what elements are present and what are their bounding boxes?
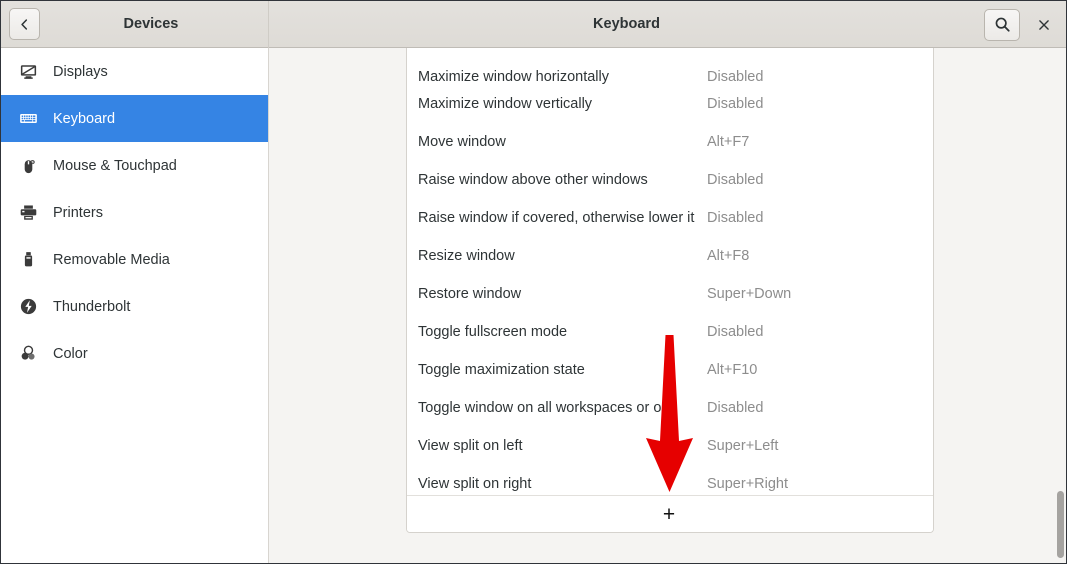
table-row[interactable]: Raise window if covered, otherwise lower… xyxy=(407,199,933,237)
shortcut-name: Maximize window vertically xyxy=(418,96,593,112)
header-bar: Devices Keyboard xyxy=(1,1,1066,48)
shortcut-name: Raise window above other windows xyxy=(418,172,648,188)
shortcut-name: Toggle fullscreen mode xyxy=(418,324,568,340)
shortcuts-list[interactable]: Maximize window horizontally Disabled Ma… xyxy=(406,48,934,533)
shortcut-value: Super+Right xyxy=(707,476,789,492)
shortcut-name: Raise window if covered, otherwise lower… xyxy=(418,210,695,226)
sidebar-item-printers[interactable]: Printers xyxy=(1,189,268,236)
sidebar-item-mouse-touchpad[interactable]: Mouse & Touchpad xyxy=(1,142,268,189)
sidebar-item-thunderbolt[interactable]: Thunderbolt xyxy=(1,283,268,330)
color-icon xyxy=(17,343,39,365)
chevron-left-icon xyxy=(21,18,28,30)
content-area: Maximize window horizontally Disabled Ma… xyxy=(270,48,1066,563)
sidebar-item-label: Mouse & Touchpad xyxy=(53,157,177,174)
mouse-icon xyxy=(17,155,39,177)
shortcut-value: Disabled xyxy=(707,210,764,226)
table-row[interactable]: Restore window Super+Down xyxy=(407,275,933,313)
sidebar-item-displays[interactable]: Displays xyxy=(1,48,268,95)
shortcut-name: Move window xyxy=(418,134,506,150)
table-row[interactable]: Toggle fullscreen mode Disabled xyxy=(407,313,933,351)
display-icon xyxy=(17,61,39,83)
table-row[interactable]: Resize window Alt+F8 xyxy=(407,237,933,275)
page-title: Keyboard xyxy=(593,16,660,32)
shortcut-value: Alt+F8 xyxy=(707,248,750,264)
shortcut-value: Disabled xyxy=(707,69,764,85)
shortcut-value: Disabled xyxy=(707,96,764,112)
shortcut-value: Disabled xyxy=(707,400,764,416)
shortcut-value: Disabled xyxy=(707,324,764,340)
table-row[interactable]: Toggle window on all workspaces or one D… xyxy=(407,389,933,427)
scrollbar-thumb[interactable] xyxy=(1057,491,1064,558)
table-row[interactable]: Maximize window vertically Disabled xyxy=(407,85,933,123)
shortcut-value: Super+Left xyxy=(707,438,779,454)
shortcut-value: Super+Down xyxy=(707,286,792,302)
search-button[interactable] xyxy=(984,8,1020,41)
sidebar-item-label: Thunderbolt xyxy=(53,298,131,315)
sidebar-item-label: Keyboard xyxy=(53,110,116,127)
table-row[interactable]: View split on left Super+Left xyxy=(407,427,933,465)
shortcut-name: Resize window xyxy=(418,248,515,264)
shortcut-value: Alt+F7 xyxy=(707,134,750,150)
usb-drive-icon xyxy=(17,249,39,271)
settings-window: Devices Keyboard Displays Keyboard Mouse… xyxy=(0,0,1067,564)
sidebar-item-label: Printers xyxy=(53,204,103,221)
sidebar-item-label: Color xyxy=(53,345,88,362)
table-row[interactable]: Move window Alt+F7 xyxy=(407,123,933,161)
sidebar-item-label: Displays xyxy=(53,63,108,80)
sidebar-item-keyboard[interactable]: Keyboard xyxy=(1,95,268,142)
table-row[interactable]: Toggle maximization state Alt+F10 xyxy=(407,351,933,389)
printer-icon xyxy=(17,202,39,224)
sidebar-item-color[interactable]: Color xyxy=(1,330,268,377)
shortcut-value: Disabled xyxy=(707,172,764,188)
close-icon xyxy=(1039,19,1049,30)
add-shortcut-button[interactable]: + xyxy=(407,495,933,532)
back-button[interactable] xyxy=(9,8,40,40)
table-row[interactable]: Raise window above other windows Disable… xyxy=(407,161,933,199)
sidebar-title: Devices xyxy=(123,16,179,32)
plus-icon: + xyxy=(662,502,676,526)
close-button[interactable] xyxy=(1028,9,1060,41)
thunderbolt-icon xyxy=(17,296,39,318)
search-icon xyxy=(995,17,1010,32)
shortcut-name: View split on right xyxy=(418,476,532,492)
shortcut-name: Toggle window on all workspaces or one xyxy=(418,400,678,416)
sidebar[interactable]: Displays Keyboard Mouse & Touchpad Print… xyxy=(1,48,269,563)
sidebar-item-removable-media[interactable]: Removable Media xyxy=(1,236,268,283)
sidebar-header: Devices xyxy=(1,1,269,48)
keyboard-icon xyxy=(17,108,39,130)
shortcut-name: Toggle maximization state xyxy=(418,362,585,378)
sidebar-item-label: Removable Media xyxy=(53,251,170,268)
shortcut-name: View split on left xyxy=(418,438,523,454)
table-row[interactable]: Maximize window horizontally Disabled xyxy=(407,48,933,85)
shortcut-name: Maximize window horizontally xyxy=(418,69,609,85)
scrollbar[interactable] xyxy=(1053,48,1066,563)
shortcut-value: Alt+F10 xyxy=(707,362,758,378)
shortcut-name: Restore window xyxy=(418,286,522,302)
page-header: Keyboard xyxy=(269,1,1066,48)
